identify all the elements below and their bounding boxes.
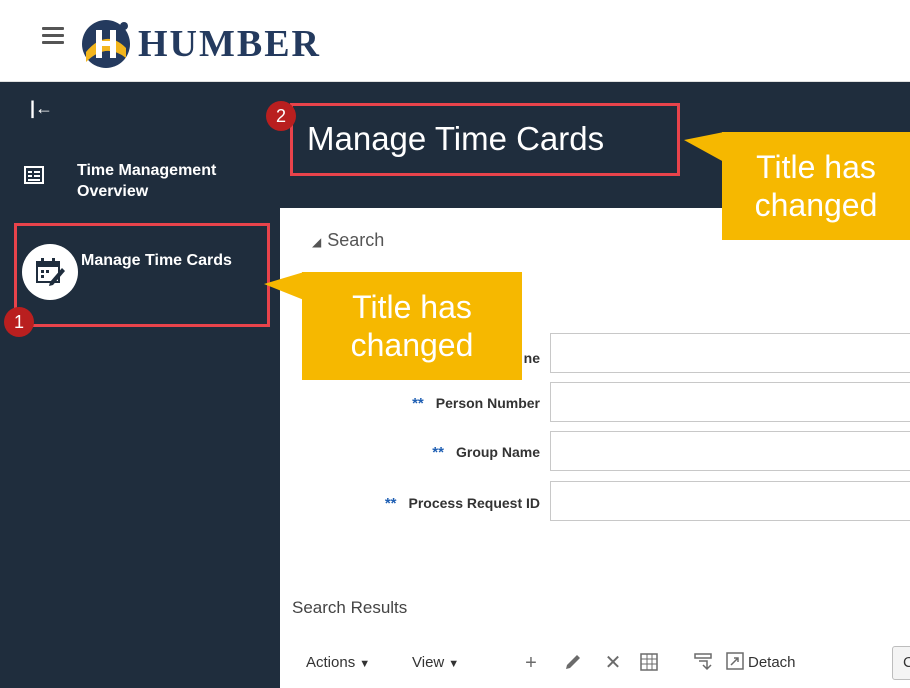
results-toolbar: Actions ▼ View ▼ + ✕ Detach C bbox=[306, 646, 910, 680]
partial-toolbar-button[interactable]: C bbox=[892, 646, 910, 680]
delete-icon[interactable]: ✕ bbox=[602, 652, 624, 674]
sidebar: |← Time Management Overview Manage Time … bbox=[0, 82, 280, 688]
step-badge-1: 1 bbox=[4, 307, 34, 337]
person-number-label: ** Person Number bbox=[412, 395, 540, 412]
edit-pencil-icon[interactable] bbox=[562, 652, 584, 674]
list-card-icon bbox=[24, 166, 44, 184]
sidebar-item-label: Manage Time Cards bbox=[81, 252, 232, 269]
detach-icon bbox=[726, 652, 744, 670]
view-menu[interactable]: View ▼ bbox=[412, 648, 459, 678]
callout-sidebar-title-changed: Title has changed bbox=[264, 272, 522, 380]
process-request-id-input[interactable] bbox=[550, 481, 910, 521]
search-results-heading: Search Results bbox=[292, 598, 408, 617]
person-name-input[interactable] bbox=[550, 333, 910, 373]
dropdown-caret-icon: ▼ bbox=[448, 658, 460, 670]
callout-pointer-shape bbox=[684, 132, 724, 162]
actions-menu[interactable]: Actions ▼ bbox=[306, 648, 370, 678]
brand-name: HUMBER bbox=[138, 23, 321, 65]
callout-pointer-shape bbox=[264, 272, 304, 300]
sidebar-item-manage-time-cards[interactable]: Manage Time Cards bbox=[14, 223, 270, 327]
search-section-toggle[interactable]: ◢ Search bbox=[312, 230, 384, 251]
page-title-highlight: Manage Time Cards bbox=[290, 103, 680, 176]
hamburger-menu-icon[interactable] bbox=[42, 27, 64, 45]
collapse-sidebar-icon[interactable]: |← bbox=[30, 98, 53, 119]
add-icon[interactable]: + bbox=[520, 652, 542, 674]
detach-button[interactable]: Detach bbox=[726, 648, 796, 678]
page-title: Manage Time Cards bbox=[307, 120, 605, 157]
freeze-columns-icon[interactable] bbox=[638, 652, 660, 674]
process-request-id-label: ** Process Request ID bbox=[384, 495, 540, 512]
dropdown-caret-icon: ▼ bbox=[359, 658, 371, 670]
app-header: HUMBER bbox=[0, 0, 910, 82]
person-number-input[interactable] bbox=[550, 382, 910, 422]
person-name-label: ne bbox=[523, 350, 540, 366]
wrap-columns-icon[interactable] bbox=[692, 652, 714, 674]
humber-logo-icon bbox=[82, 20, 130, 68]
group-name-label: ** Group Name bbox=[432, 444, 540, 461]
step-badge-2: 2 bbox=[266, 101, 296, 131]
time-card-icon-circle bbox=[22, 244, 78, 300]
group-name-input[interactable] bbox=[550, 431, 910, 471]
search-heading-label: Search bbox=[327, 230, 385, 250]
sidebar-item-label: Time Management Overview bbox=[77, 162, 217, 200]
callout-page-title-changed: Title has changed bbox=[684, 132, 910, 240]
sidebar-item-time-management-overview[interactable]: Time Management Overview bbox=[24, 160, 274, 216]
collapse-triangle-icon: ◢ bbox=[312, 235, 322, 249]
calendar-edit-icon bbox=[36, 258, 65, 286]
